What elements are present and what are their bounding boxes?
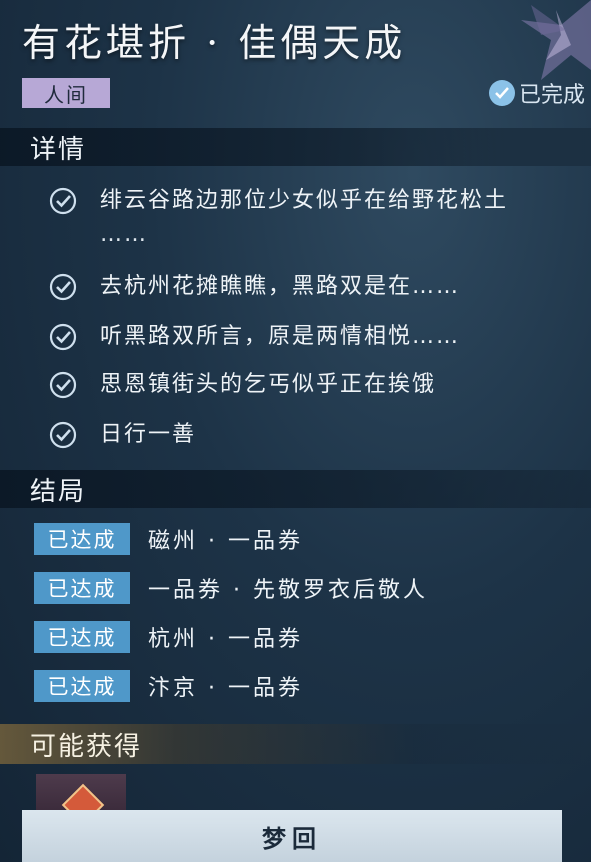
achieved-badge: 已达成: [34, 523, 130, 555]
check-circle-icon: [49, 371, 77, 399]
task-item: 思恩镇街头的乞丐似乎正在挨饿: [48, 370, 436, 400]
quest-title: 有花堪折 · 佳偶天成: [22, 21, 407, 65]
task-text: 听黑路双所言，原是两情相悦……: [100, 324, 461, 349]
ending-item[interactable]: 已达成 杭州 · 一品券: [34, 621, 303, 653]
completion-status: 已完成: [488, 78, 585, 108]
status-label: 已完成: [518, 83, 585, 108]
ending-name: 汴京 · 一品券: [148, 676, 303, 701]
check-circle-icon: [49, 273, 77, 301]
details-section-header: 详情: [0, 128, 591, 166]
endings-heading: 结局: [30, 476, 87, 507]
task-item: 绯云谷路边那位少女似乎在给野花松土 ……: [48, 186, 509, 247]
checkmark-icon: [488, 80, 515, 106]
replay-label: 梦回: [262, 824, 322, 853]
task-text: 思恩镇街头的乞丐似乎正在挨饿: [100, 372, 437, 397]
ending-name: 杭州 · 一品券: [148, 627, 303, 652]
realm-tag: 人间: [22, 78, 110, 108]
ending-item[interactable]: 已达成 一品券 · 先敬罗衣后敬人: [34, 572, 428, 604]
rewards-heading: 可能获得: [30, 731, 143, 762]
check-circle-icon: [49, 187, 77, 215]
details-heading: 详情: [30, 134, 87, 165]
task-item: 听黑路双所言，原是两情相悦……: [48, 322, 460, 352]
achieved-badge: 已达成: [34, 621, 130, 653]
ending-item[interactable]: 已达成 汴京 · 一品券: [34, 670, 303, 702]
rewards-section-header: 可能获得: [0, 724, 591, 764]
reward-item-slot[interactable]: [36, 774, 126, 814]
ending-name: 一品券 · 先敬罗衣后敬人: [148, 578, 428, 603]
task-item: 日行一善: [48, 420, 196, 450]
task-text: 绯云谷路边那位少女似乎在给野花松土: [100, 188, 509, 213]
check-circle-icon: [49, 421, 77, 449]
achieved-badge: 已达成: [34, 572, 130, 604]
replay-button[interactable]: 梦回: [22, 810, 562, 862]
ending-name: 磁州 · 一品券: [148, 529, 303, 554]
achieved-badge: 已达成: [34, 670, 130, 702]
ending-item[interactable]: 已达成 磁州 · 一品券: [34, 523, 303, 555]
task-text: 去杭州花摊瞧瞧，黑路双是在……: [100, 274, 461, 299]
task-text: 日行一善: [100, 422, 197, 447]
check-circle-icon: [49, 323, 77, 351]
task-text-continued: ……: [100, 222, 148, 247]
task-item: 去杭州花摊瞧瞧，黑路双是在……: [48, 272, 460, 302]
endings-section-header: 结局: [0, 470, 591, 508]
